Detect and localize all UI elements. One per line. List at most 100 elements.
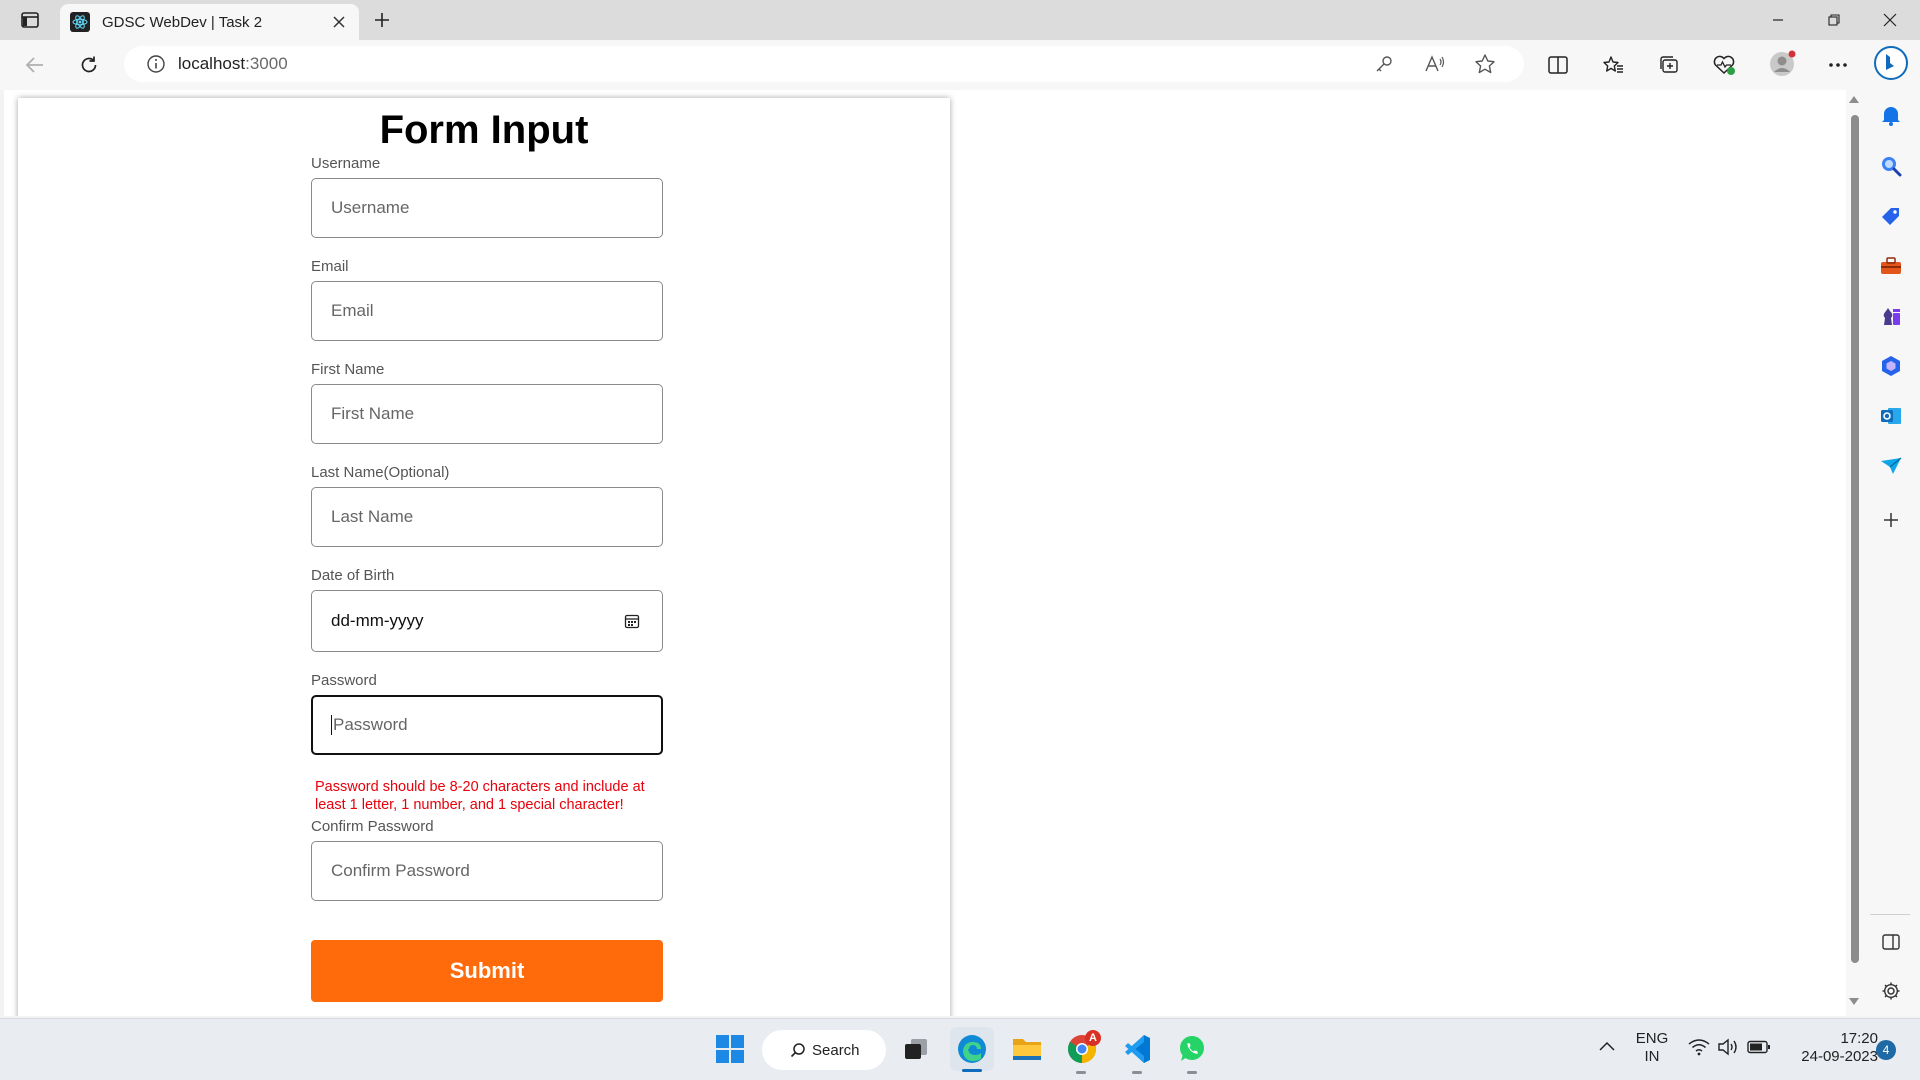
task-view-icon (905, 1039, 927, 1059)
microsoft365-icon (1882, 356, 1900, 376)
restore-button[interactable] (1806, 0, 1862, 40)
search-icon (790, 1043, 805, 1058)
chrome-profile-badge: A (1085, 1030, 1101, 1046)
sidebar-drop[interactable] (1873, 448, 1909, 484)
password-error-message: Password should be 8-20 characters and i… (315, 779, 645, 813)
sidebar-settings-button[interactable] (1873, 973, 1909, 1009)
bing-icon (1874, 46, 1908, 80)
sidebar-add-button[interactable] (1873, 502, 1909, 538)
taskbar-vscode[interactable] (1115, 1027, 1159, 1071)
hide-sidebar-button[interactable] (1873, 924, 1909, 960)
tab-close-icon[interactable] (329, 12, 349, 32)
bing-copilot-button[interactable] (1873, 45, 1909, 81)
tab-title: GDSC WebDev | Task 2 (102, 13, 263, 31)
scroll-up-arrow-icon[interactable] (1849, 96, 1859, 103)
plus-icon (1884, 513, 1898, 527)
tag-icon (1882, 208, 1899, 225)
whatsapp-icon (1180, 1036, 1204, 1061)
url-text: localhost:3000 (178, 54, 288, 74)
password-placeholder: Password (333, 715, 408, 734)
language-indicator[interactable]: ENG IN (1632, 1030, 1672, 1066)
address-bar[interactable]: localhost:3000 (124, 46, 1524, 82)
email-label: Email (311, 258, 349, 275)
confirm-password-label: Confirm Password (311, 818, 434, 835)
text-caret (331, 715, 332, 735)
avatar-icon (1770, 50, 1796, 76)
last-name-input[interactable]: Last Name (311, 487, 663, 547)
sidebar-search[interactable] (1873, 148, 1909, 184)
folder-icon (1013, 1039, 1041, 1060)
plus-icon (375, 13, 389, 27)
whatsapp-running-indicator (1187, 1071, 1197, 1074)
volume-icon[interactable] (1717, 1038, 1739, 1061)
clock-date: 24-09-2023 (1801, 1048, 1878, 1065)
url-host: localhost (178, 54, 246, 73)
region-code: IN (1644, 1048, 1660, 1065)
collections-button[interactable] (1652, 48, 1686, 82)
confirm-password-input[interactable]: Confirm Password (311, 841, 663, 901)
read-aloud-icon[interactable] (1424, 54, 1446, 74)
sidebar-microsoft365[interactable] (1873, 348, 1909, 384)
toolbox-icon (1881, 257, 1901, 274)
vscode-icon (1125, 1035, 1150, 1063)
split-screen-button[interactable] (1541, 48, 1575, 82)
favorites-list-icon (1603, 56, 1623, 73)
password-input[interactable]: Password (311, 695, 663, 755)
sidebar-tools[interactable] (1873, 248, 1909, 284)
wifi-icon[interactable] (1688, 1038, 1710, 1061)
first-name-input[interactable]: First Name (311, 384, 663, 444)
chess-icon (1883, 308, 1900, 325)
taskbar-whatsapp[interactable] (1170, 1027, 1214, 1071)
email-input[interactable]: Email (311, 281, 663, 341)
key-icon[interactable] (1374, 54, 1394, 74)
taskbar-search[interactable]: Search (762, 1030, 886, 1070)
form-card: Form Input Username Username Email Email… (18, 98, 950, 1016)
last-name-label: Last Name(Optional) (311, 464, 450, 481)
show-hidden-icons-button[interactable] (1598, 1039, 1616, 1057)
password-label: Password (311, 672, 377, 689)
sidebar-notifications[interactable] (1873, 97, 1909, 133)
favorites-button[interactable] (1596, 48, 1630, 82)
submit-button[interactable]: Submit (311, 940, 663, 1002)
first-name-label: First Name (311, 361, 385, 378)
profile-button[interactable] (1765, 47, 1799, 81)
start-button[interactable] (708, 1027, 752, 1071)
react-logo-icon (70, 12, 90, 32)
collections-icon (1660, 56, 1678, 73)
dob-input[interactable]: dd-mm-yyyy (311, 590, 663, 652)
last-name-placeholder: Last Name (331, 507, 414, 526)
taskbar-file-explorer[interactable] (1005, 1027, 1049, 1071)
scroll-down-arrow-icon[interactable] (1849, 998, 1859, 1005)
refresh-button[interactable] (72, 48, 106, 82)
language-code: ENG (1635, 1030, 1669, 1047)
sidebar-games[interactable] (1873, 298, 1909, 334)
browser-tab[interactable]: GDSC WebDev | Task 2 (60, 4, 359, 40)
username-placeholder: Username (331, 198, 410, 217)
web-viewport: Form Input Username Username Email Email… (4, 90, 1846, 1016)
clock[interactable]: 17:20 24-09-2023 (1782, 1030, 1878, 1066)
sidebar-outlook[interactable] (1873, 398, 1909, 434)
notification-badge[interactable]: 4 (1876, 1040, 1896, 1060)
windows-logo-icon (716, 1035, 744, 1063)
browser-essentials-button[interactable] (1707, 48, 1741, 82)
panel-icon (1882, 934, 1900, 950)
tab-actions-button[interactable] (14, 4, 46, 36)
scrollbar-thumb[interactable] (1851, 115, 1859, 963)
new-tab-button[interactable] (368, 6, 396, 34)
dob-placeholder: dd-mm-yyyy (331, 611, 424, 630)
chrome-running-indicator (1076, 1071, 1086, 1074)
sidebar-shopping[interactable] (1873, 198, 1909, 234)
url-port: :3000 (245, 54, 288, 73)
username-input[interactable]: Username (311, 178, 663, 238)
minimize-button[interactable] (1750, 0, 1806, 40)
taskbar-edge[interactable] (950, 1027, 994, 1071)
calendar-icon[interactable] (624, 613, 640, 629)
battery-icon[interactable] (1747, 1040, 1771, 1059)
back-button[interactable] (18, 48, 52, 82)
close-window-button[interactable] (1862, 0, 1918, 40)
info-icon[interactable] (146, 54, 166, 74)
task-view-button[interactable] (894, 1027, 938, 1071)
settings-more-button[interactable] (1821, 48, 1855, 82)
favorite-star-icon[interactable] (1474, 53, 1496, 75)
page-title: Form Input (379, 108, 589, 152)
